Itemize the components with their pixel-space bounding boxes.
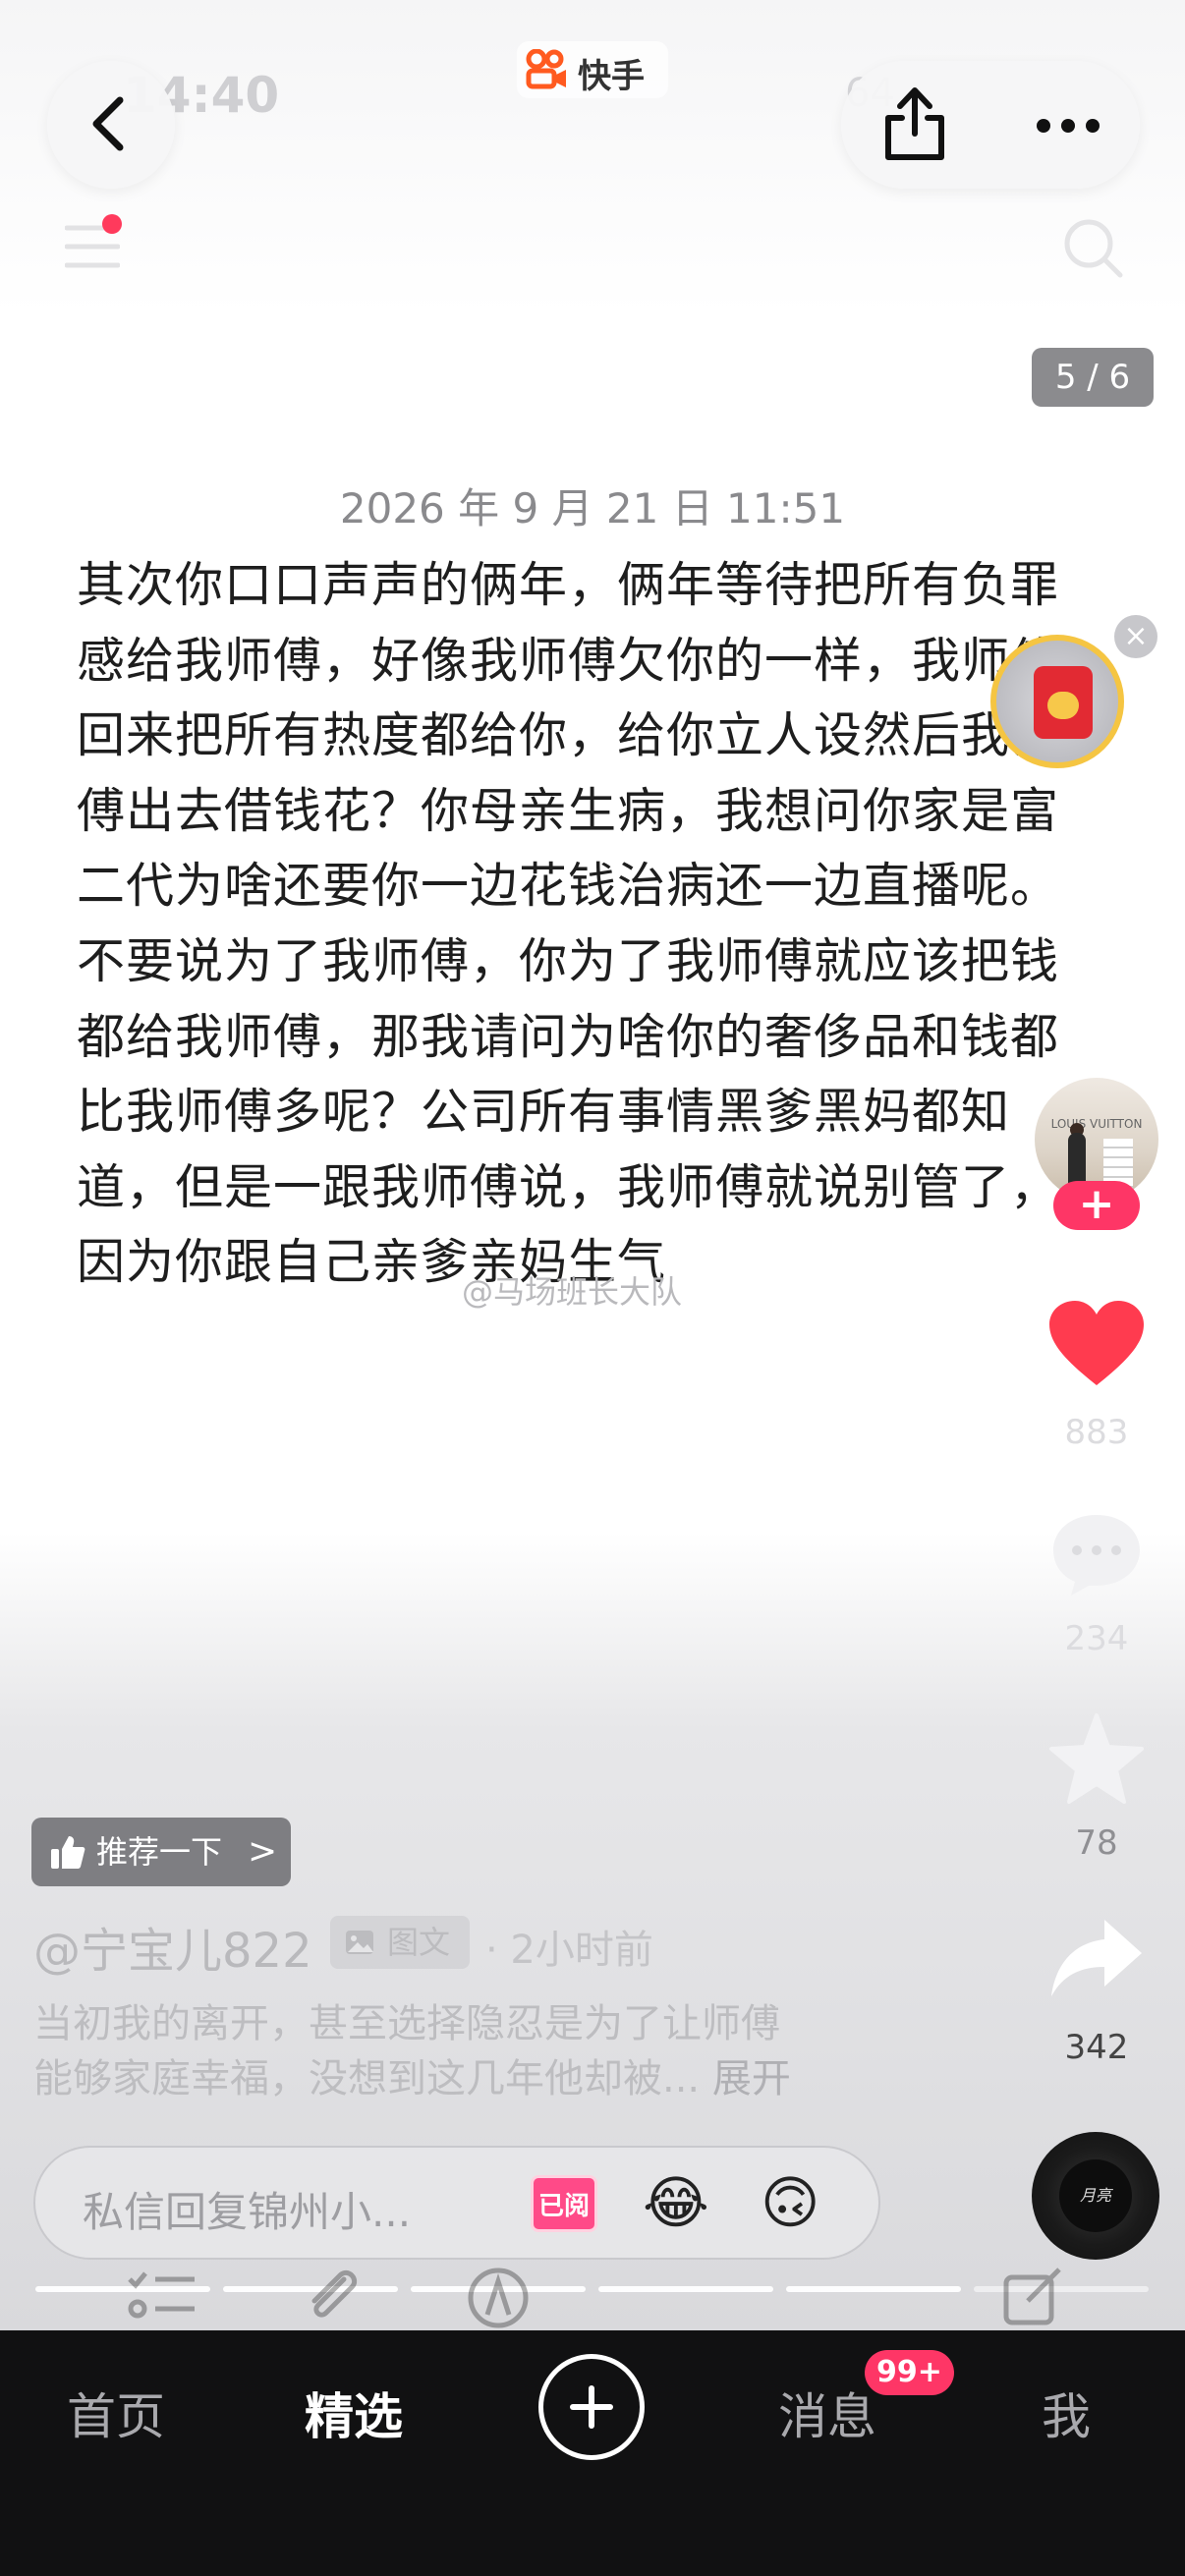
favorite-count: 78 [1075,1823,1118,1863]
image-icon [346,1931,373,1954]
music-disc[interactable]: 月亮 [1032,2132,1159,2260]
progress-segment [786,2286,961,2292]
page-counter: 5 / 6 [1032,348,1154,407]
image-progress [35,2286,1150,2294]
plus-icon[interactable] [538,2354,645,2460]
more-icon[interactable] [1034,116,1102,136]
chevron-right-icon: > [248,1831,278,1872]
recommend-button[interactable]: 推荐一下 > [31,1818,291,1886]
post-time-ago: · 2小时前 [485,1928,653,1973]
post-body-line: 都给我师傅，那我请问为啥你的奢侈品和钱都 [77,1008,1060,1065]
app-logo: 快手 [517,41,668,98]
kuaishou-logo-icon [526,49,566,89]
recommend-label: 推荐一下 [96,1833,223,1871]
red-packet-widget[interactable] [990,635,1124,768]
read-sticker-button[interactable]: 已阅 [531,2175,597,2232]
thumbs-up-icon [51,1836,85,1869]
nav-home[interactable]: 首页 [67,2378,165,2448]
post-body-line: 傅出去借钱花？你母亲生病，我想问你家是富 [77,782,1060,839]
post-body-line: 回来把所有热度都给你，给你立人设然后我师 [77,707,1060,764]
music-disc-art: 月亮 [1059,2159,1132,2232]
post-body-line: 道，但是一跟我师傅说，我师傅就说别管了， [77,1158,1060,1215]
post-body-line: 二代为啥还要你一边花钱治病还一边直播呢。 [77,858,1060,915]
top-actions [841,61,1140,189]
post-type-chip: 图文 [330,1916,470,1969]
nav-featured[interactable]: 精选 [305,2378,403,2448]
back-arrow-icon [92,96,124,151]
post-body: 其次你口口声声的俩年，俩年等待把所有负罪 感给我师傅，好像我师傅欠你的一样，我师… [77,548,1089,1301]
coin-icon [1047,692,1079,719]
share-icon[interactable] [880,84,949,163]
close-icon[interactable]: × [1114,615,1157,658]
comment-icon[interactable] [1047,1509,1146,1599]
comment-input-placeholder: 私信回复锦州小... [83,2188,412,2236]
compose-icon [1003,2268,1061,2325]
nav-messages[interactable]: 消息 [778,2378,876,2448]
like-count: 883 [1064,1413,1129,1452]
messages-badge: 99+ [865,2350,954,2395]
checklist-icon [128,2271,195,2319]
app-logo-text: 快手 [578,57,645,96]
share-arrow-icon[interactable] [1047,1916,1146,2000]
watermark: @马场班长大队 [462,1273,683,1311]
avatar-brand-text: LOUIS VUITTON [1050,1117,1143,1131]
caption-line: 当初我的离开，甚至选择隐忍是为了让师傅 [33,2001,780,2046]
post-body-line: 比我师傅多呢？公司所有事情黑爹黑妈都知 [77,1084,1011,1141]
follow-button[interactable]: + [1053,1181,1140,1230]
comment-count: 234 [1064,1619,1129,1658]
caption-line: 能够家庭幸福，没想到这几年他却被... 展开 [33,2051,878,2106]
post-body-line: 其次你口口声声的俩年，俩年等待把所有负罪 [77,557,1060,613]
paperclip-icon [311,2269,358,2318]
laughing-emoji-button[interactable]: 😂 [643,2169,709,2236]
star-icon[interactable] [1047,1711,1146,1806]
post-type-label: 图文 [387,1924,451,1961]
upside-down-emoji-button[interactable]: 🙃 [761,2169,819,2236]
post-caption[interactable]: 当初我的离开，甚至选择隐忍是为了让师傅 能够家庭幸福，没想到这几年他却被... … [33,1996,878,2106]
heart-icon[interactable] [1047,1299,1146,1389]
post-date: 2026 年 9 月 21 日 11:51 [339,484,846,532]
comment-input[interactable]: 私信回复锦州小... 已阅 😂 🙃 [33,2146,880,2260]
author-handle[interactable]: @宁宝儿822 [33,1912,312,1981]
post-body-line: 感给我师傅，好像我师傅欠你的一样，我师傅 [77,632,1060,689]
menu-notification-dot [102,214,122,234]
share-count: 342 [1064,2028,1129,2067]
caption-line-text: 能够家庭幸福，没想到这几年他却被... [33,2056,701,2101]
progress-segment [598,2286,773,2292]
nav-me[interactable]: 我 [1042,2378,1091,2448]
compass-icon [468,2268,529,2328]
search-icon[interactable] [1061,216,1126,281]
expand-link[interactable]: 展开 [712,2056,791,2101]
bottom-nav: 首页 精选 消息 99+ 我 [0,2330,1185,2576]
back-button[interactable] [47,61,175,189]
post-body-line: 不要说为了我师傅，你为了我师傅就应该把钱 [77,932,1060,989]
